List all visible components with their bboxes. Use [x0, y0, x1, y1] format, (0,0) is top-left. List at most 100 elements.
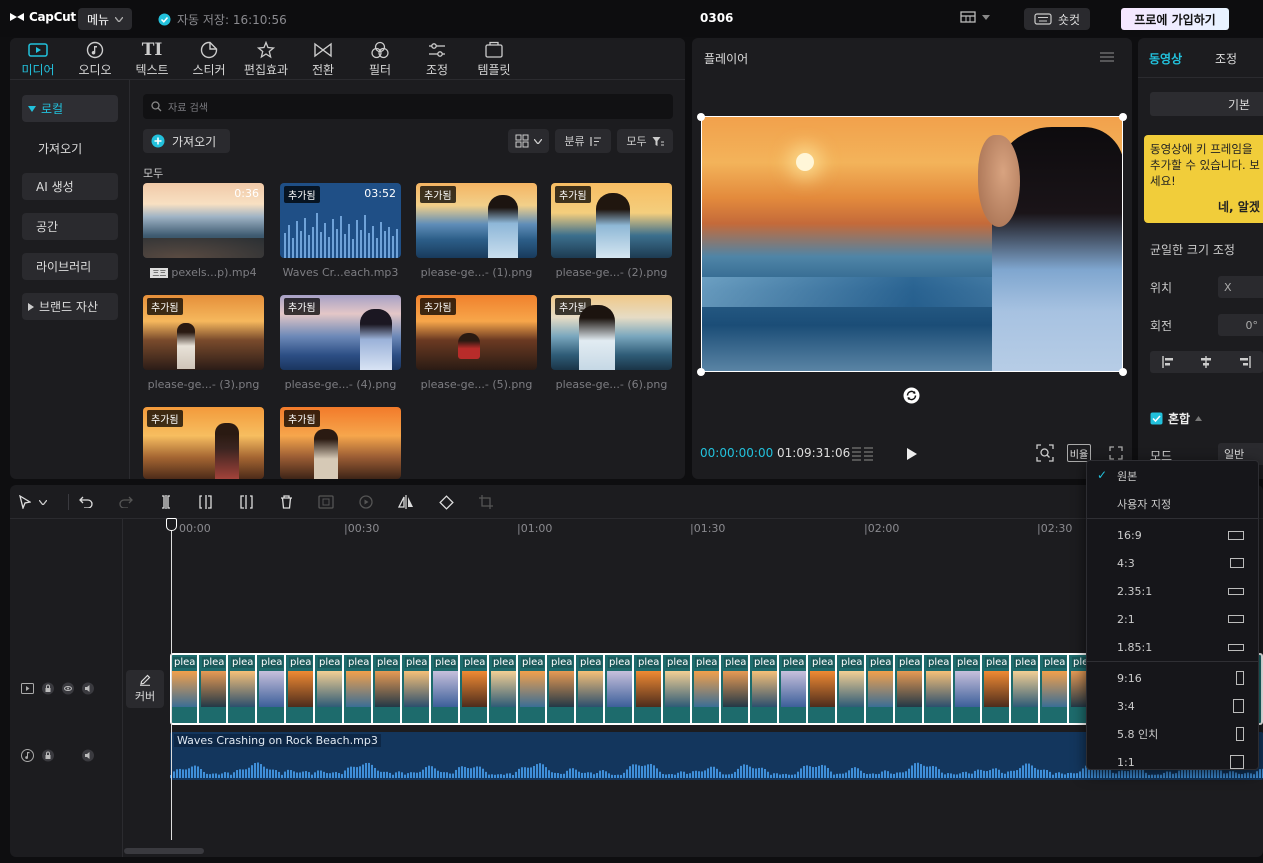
tab-filter[interactable]: 필터 [352, 41, 408, 78]
ratio-option-1-85-1[interactable]: 1.85:1 [1087, 633, 1258, 661]
media-item-image[interactable]: 추가됨 [551, 295, 672, 370]
clip-frame[interactable]: plea [926, 655, 953, 723]
clip-frame[interactable]: plea [694, 655, 721, 723]
clip-frame[interactable]: plea [520, 655, 547, 723]
sort-button[interactable]: 분류 [555, 129, 611, 153]
media-item-image[interactable]: 추가됨 [551, 183, 672, 258]
crop-handle[interactable] [697, 368, 705, 376]
speaker-icon[interactable] [82, 749, 94, 762]
crop-handle[interactable] [697, 113, 705, 121]
menu-button[interactable]: 메뉴 [78, 8, 132, 30]
clip-frame[interactable]: plea [1013, 655, 1040, 723]
align-center-icon[interactable] [1199, 356, 1213, 368]
fullscreen-icon[interactable] [1109, 446, 1123, 460]
import-button[interactable]: 가져오기 [143, 129, 230, 153]
ratio-option-2-1[interactable]: 2:1 [1087, 605, 1258, 633]
clip-frame[interactable]: plea [781, 655, 808, 723]
nav-brand-assets[interactable]: 브랜드 자산 [22, 293, 118, 320]
crop-button[interactable] [476, 493, 496, 511]
nav-library[interactable]: 라이브러리 [22, 253, 118, 280]
tab-audio[interactable]: 오디오 [67, 41, 123, 78]
tab-sticker[interactable]: 스티커 [181, 41, 237, 78]
clip-frame[interactable]: plea [752, 655, 779, 723]
clip-frame[interactable]: plea [288, 655, 315, 723]
clip-frame[interactable]: plea [433, 655, 460, 723]
basic-button[interactable]: 기본 [1150, 92, 1263, 116]
horizontal-scrollbar[interactable] [124, 848, 204, 854]
shortcut-button[interactable]: 숏컷 [1024, 8, 1090, 30]
tab-text[interactable]: TI 텍스트 [124, 40, 180, 78]
media-item-image[interactable]: 추가됨 [416, 183, 537, 258]
reverse-button[interactable] [356, 493, 376, 511]
tab-adjust-props[interactable]: 조정 [1215, 50, 1237, 67]
ratio-button[interactable]: 비율 [1067, 444, 1091, 462]
clip-frame[interactable]: plea [810, 655, 837, 723]
select-tool-button[interactable] [16, 493, 50, 511]
lock-icon[interactable] [42, 682, 54, 695]
tip-confirm-button[interactable]: 네, 알겠 [1218, 199, 1260, 215]
media-item-image[interactable]: 추가됨 [280, 407, 401, 479]
clip-frame[interactable]: plea [723, 655, 750, 723]
tab-transition[interactable]: 전환 [295, 41, 351, 78]
freeze-button[interactable] [316, 493, 336, 511]
media-item-image[interactable]: 추가됨 [143, 407, 264, 479]
ratio-option-5-8-인치[interactable]: 5.8 인치 [1087, 720, 1258, 748]
clip-frame[interactable]: plea [984, 655, 1011, 723]
search-input[interactable]: 자료 검색 [143, 94, 673, 119]
ratio-option-원본[interactable]: ✓ 원본 [1087, 462, 1258, 490]
cover-button[interactable]: 커버 [126, 670, 164, 708]
play-button[interactable] [906, 447, 918, 461]
nav-import[interactable]: 가져오기 [22, 135, 118, 162]
ratio-option-16-9[interactable]: 16:9 [1087, 521, 1258, 549]
clip-frame[interactable]: plea [897, 655, 924, 723]
redo-button[interactable] [116, 493, 136, 511]
filter-button[interactable]: 모두 [617, 129, 673, 153]
blend-section[interactable]: 혼합 [1150, 410, 1203, 427]
project-title[interactable]: 0306 [700, 11, 733, 25]
clip-frame[interactable]: plea [491, 655, 518, 723]
rotate-button[interactable] [436, 493, 456, 511]
split-right-button[interactable] [236, 493, 256, 511]
speaker-icon[interactable] [82, 682, 94, 695]
clip-frame[interactable]: plea [578, 655, 605, 723]
clip-frame[interactable]: plea [665, 655, 692, 723]
clip-frame[interactable]: plea [172, 655, 199, 723]
media-item-audio[interactable]: 추가됨 03:52 [280, 183, 401, 258]
nav-ai-generate[interactable]: AI 생성 [22, 173, 118, 200]
clip-frame[interactable]: plea [462, 655, 489, 723]
playhead[interactable] [171, 520, 172, 840]
clip-frame[interactable]: plea [346, 655, 373, 723]
position-x-input[interactable]: X [1218, 276, 1263, 298]
view-mode-button[interactable] [508, 129, 549, 153]
split-button[interactable] [156, 493, 176, 511]
rotate-icon[interactable] [903, 387, 920, 404]
clip-frame[interactable]: plea [230, 655, 257, 723]
clip-frame[interactable]: plea [259, 655, 286, 723]
player-menu-icon[interactable] [1100, 52, 1114, 62]
tab-video[interactable]: 동영상 [1149, 50, 1182, 67]
lock-icon[interactable] [42, 749, 54, 762]
clip-frame[interactable]: plea [549, 655, 576, 723]
ratio-option-3-4[interactable]: 3:4 [1087, 692, 1258, 720]
clip-frame[interactable]: plea [404, 655, 431, 723]
media-item-video[interactable]: 0:36 [143, 183, 264, 258]
crop-handle[interactable] [1119, 368, 1127, 376]
ratio-option-9-16[interactable]: 9:16 [1087, 664, 1258, 692]
media-item-image[interactable]: 추가됨 [280, 295, 401, 370]
media-item-image[interactable]: 추가됨 [143, 295, 264, 370]
clip-frame[interactable]: plea [955, 655, 982, 723]
clip-frame[interactable]: plea [636, 655, 663, 723]
ratio-option-4-3[interactable]: 4:3 [1087, 549, 1258, 577]
rotation-input[interactable]: 0° [1218, 314, 1263, 336]
clip-frame[interactable]: plea [201, 655, 228, 723]
crop-handle[interactable] [1119, 113, 1127, 121]
zoom-fit-icon[interactable] [1036, 444, 1054, 462]
pro-signup-button[interactable]: 프로에 가입하기 [1121, 8, 1229, 30]
tab-media[interactable]: 미디어 [10, 41, 66, 78]
clip-frame[interactable]: plea [375, 655, 402, 723]
clip-frame[interactable]: plea [868, 655, 895, 723]
ratio-option-2-35-1[interactable]: 2.35:1 [1087, 577, 1258, 605]
delete-button[interactable] [276, 493, 296, 511]
tab-adjust[interactable]: 조정 [409, 41, 465, 78]
clip-frame[interactable]: plea [317, 655, 344, 723]
